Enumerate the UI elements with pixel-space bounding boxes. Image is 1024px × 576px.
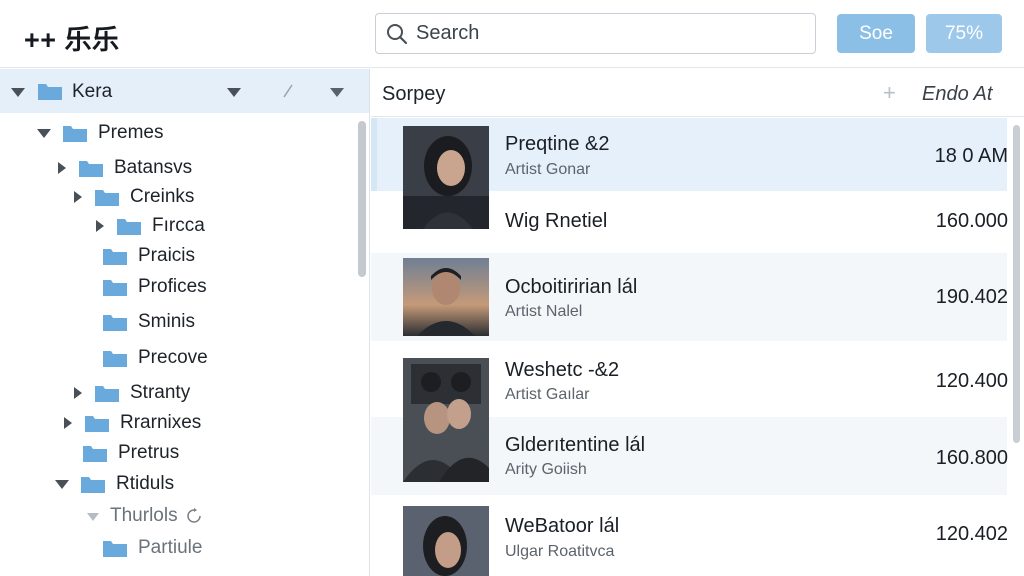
track-end-time: 160.800 bbox=[935, 447, 1008, 469]
folder-icon bbox=[95, 190, 119, 206]
folder-icon bbox=[85, 416, 109, 432]
tree-root-row[interactable]: Kera bbox=[0, 69, 369, 113]
track-title: Weshetc -&2 bbox=[505, 359, 620, 381]
tree-item-label: Praicis bbox=[138, 245, 196, 266]
track-title: Ocboitiririan lál bbox=[505, 276, 638, 298]
tree-item-thurlols[interactable]: Thurlols bbox=[86, 502, 202, 530]
tree-item-sminis[interactable]: Sminis bbox=[102, 308, 195, 336]
edit-icon[interactable] bbox=[281, 83, 295, 99]
expand-caret-icon[interactable] bbox=[87, 513, 99, 521]
track-artist: Arity Goiish bbox=[505, 461, 587, 478]
track-title: Wig Rnetiel bbox=[505, 210, 608, 232]
folder-icon bbox=[81, 477, 105, 493]
folder-icon bbox=[103, 280, 127, 296]
tree-item-stranty[interactable]: Stranty bbox=[72, 379, 190, 407]
track-title: Preqtine &2 bbox=[505, 133, 610, 155]
track-end-time: 120.402 bbox=[935, 523, 1008, 545]
collapse-caret-icon[interactable] bbox=[74, 387, 82, 399]
folder-icon bbox=[38, 84, 62, 100]
tree-item-rtiduls[interactable]: Rtiduls bbox=[54, 470, 174, 498]
expand-caret-icon[interactable] bbox=[55, 480, 69, 489]
tree-item-label: Pretrus bbox=[118, 442, 180, 463]
folder-icon bbox=[95, 386, 119, 402]
expand-caret-icon[interactable] bbox=[11, 88, 25, 97]
tree-item-pretrus[interactable]: Pretrus bbox=[82, 439, 179, 467]
folder-icon bbox=[79, 161, 103, 177]
collapse-caret-icon[interactable] bbox=[58, 162, 66, 174]
tree-item-label: Fırcca bbox=[152, 215, 205, 236]
album-art-thumbnail[interactable] bbox=[403, 506, 489, 576]
collapse-caret-icon[interactable] bbox=[64, 417, 72, 429]
collapse-caret-icon[interactable] bbox=[96, 220, 104, 232]
column-header-title[interactable]: Sorpey bbox=[382, 83, 445, 106]
tree-item-creinks[interactable]: Creinks bbox=[72, 183, 194, 211]
selection-indicator bbox=[371, 118, 377, 191]
zoom-button[interactable]: 75% bbox=[926, 14, 1002, 53]
track-end-time: 18 0 AM bbox=[934, 145, 1008, 167]
track-end-time: 160.000 bbox=[935, 210, 1008, 232]
app-title: ++ 乐乐 bbox=[24, 25, 120, 55]
track-title: Glderıtentine lál bbox=[505, 434, 646, 456]
folder-icon bbox=[63, 126, 87, 142]
expand-caret-icon[interactable] bbox=[37, 129, 51, 138]
tree-item-label: Sminis bbox=[138, 311, 196, 332]
track-artist: Ulgar Roatitvca bbox=[505, 543, 615, 560]
tree-item-fircca[interactable]: Fırcca bbox=[94, 212, 205, 240]
search-icon bbox=[387, 24, 408, 45]
tree-item-batansvs[interactable]: Batansvs bbox=[56, 154, 192, 182]
refresh-icon[interactable] bbox=[186, 508, 202, 524]
folder-icon bbox=[83, 446, 107, 462]
track-list-panel: Sorpey + Endo At Preqtine &2 Artist Gona… bbox=[371, 69, 1024, 576]
tree-item-precove[interactable]: Precove bbox=[102, 344, 208, 372]
album-art-thumbnail[interactable] bbox=[403, 258, 489, 336]
dropdown-caret-icon[interactable] bbox=[227, 88, 241, 97]
tree-root-label: Kera bbox=[72, 81, 113, 102]
track-artist: Artist Nalel bbox=[505, 303, 583, 320]
tree-item-label: Partiule bbox=[138, 537, 203, 558]
tree-item-label: Premes bbox=[98, 122, 164, 143]
folder-icon bbox=[103, 315, 127, 331]
track-end-time: 190.402 bbox=[935, 286, 1008, 308]
album-art-thumbnail[interactable] bbox=[403, 358, 489, 482]
folder-icon bbox=[117, 219, 141, 235]
tree-item-label: Stranty bbox=[130, 382, 191, 403]
folder-icon bbox=[103, 541, 127, 557]
tree-item-praicis[interactable]: Praicis bbox=[102, 242, 195, 270]
save-button[interactable]: Soe bbox=[837, 14, 915, 53]
tree-item-label: Rrarnixes bbox=[120, 412, 202, 433]
list-scrollbar[interactable] bbox=[1013, 125, 1020, 443]
add-column-icon[interactable]: + bbox=[883, 80, 896, 106]
album-art-thumbnail[interactable] bbox=[403, 126, 489, 229]
collapse-caret-icon[interactable] bbox=[74, 191, 82, 203]
tree-item-premes[interactable]: Premes bbox=[36, 119, 163, 147]
tree-item-label: Rtiduls bbox=[116, 473, 175, 494]
tree-item-partiule[interactable]: Partiule bbox=[102, 534, 202, 562]
app-header: ++ 乐乐 Soe 75% bbox=[0, 0, 1024, 68]
tree-item-profices[interactable]: Profices bbox=[102, 273, 207, 301]
track-end-time: 120.400 bbox=[935, 370, 1008, 392]
folder-icon bbox=[103, 249, 127, 265]
folder-icon bbox=[103, 351, 127, 367]
tree-item-label: Creinks bbox=[130, 186, 195, 207]
tree-item-rrarnixes[interactable]: Rrarnixes bbox=[62, 409, 201, 437]
menu-caret-icon[interactable] bbox=[330, 88, 344, 97]
tree-item-label: Profices bbox=[138, 276, 207, 297]
track-artist: Artist Gaılar bbox=[505, 386, 590, 403]
search-box[interactable] bbox=[375, 13, 816, 54]
tree-item-label: Precove bbox=[138, 347, 208, 368]
track-artist: Artist Gonar bbox=[505, 161, 591, 178]
folder-tree-panel: Kera Premes Batansvs Creinks Fırcca Prai… bbox=[0, 69, 370, 576]
list-header: Sorpey + Endo At bbox=[371, 69, 1024, 117]
track-title: WeBatoor lál bbox=[505, 515, 620, 537]
search-input[interactable] bbox=[416, 18, 806, 49]
tree-scrollbar[interactable] bbox=[358, 121, 366, 277]
column-header-end[interactable]: Endo At bbox=[922, 83, 992, 106]
tree-item-label: Thurlols bbox=[110, 505, 178, 526]
tree-item-label: Batansvs bbox=[114, 157, 193, 178]
